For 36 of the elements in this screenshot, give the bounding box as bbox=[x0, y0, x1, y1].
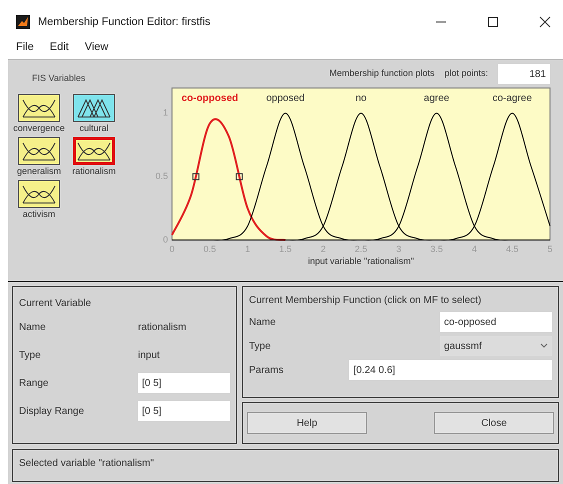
plot-title: Membership function plots bbox=[329, 67, 434, 80]
field-label: Name bbox=[19, 320, 47, 334]
x-tick-label: 0.5 bbox=[204, 244, 216, 254]
x-tick-label: 3.5 bbox=[430, 244, 443, 254]
x-tick-label: 2 bbox=[320, 244, 326, 254]
plot-points-label: plot points: bbox=[444, 67, 488, 80]
x-tick-label: 1.5 bbox=[279, 244, 292, 254]
window-title: Membership Function Editor: firstfis bbox=[38, 14, 210, 30]
x-tick-label: 4.5 bbox=[506, 244, 518, 254]
field-label: Params bbox=[249, 364, 284, 378]
curve-label: opposed bbox=[266, 93, 305, 104]
x-tick-label: 5 bbox=[548, 244, 552, 254]
y-tick-label: 1 bbox=[162, 108, 168, 118]
variable-name: rationalism bbox=[138, 320, 188, 334]
field-label: Type bbox=[19, 348, 42, 362]
curve-label: agree bbox=[424, 93, 450, 104]
y-tick-label: 0 bbox=[162, 234, 168, 244]
status-bar: Selected variable "rationalism" bbox=[12, 449, 559, 482]
x-tick-label: 2.5 bbox=[354, 244, 368, 254]
x-axis-label: input variable "rationalism" bbox=[308, 256, 414, 266]
field-label: Name bbox=[249, 316, 276, 330]
field-label: Display Range bbox=[19, 404, 86, 418]
panel-title: FIS Variables bbox=[32, 72, 86, 85]
curve-label: co-opposed bbox=[181, 93, 238, 104]
y-tick-label: 0.5 bbox=[155, 171, 168, 182]
curve-label: co-agree bbox=[492, 93, 532, 104]
x-tick-label: 3 bbox=[396, 244, 402, 254]
x-tick-label: 1 bbox=[245, 244, 250, 254]
x-tick-label: 0 bbox=[170, 244, 174, 254]
curve-label: no bbox=[355, 93, 367, 104]
field-label: Range bbox=[19, 376, 50, 390]
x-tick-label: 4 bbox=[472, 244, 477, 254]
field-label: Type bbox=[249, 340, 271, 354]
panel-title: Current Variable bbox=[19, 296, 92, 310]
variable-type: input bbox=[138, 348, 161, 362]
panel-title: Current Membership Function (click on MF to select) bbox=[249, 294, 482, 308]
